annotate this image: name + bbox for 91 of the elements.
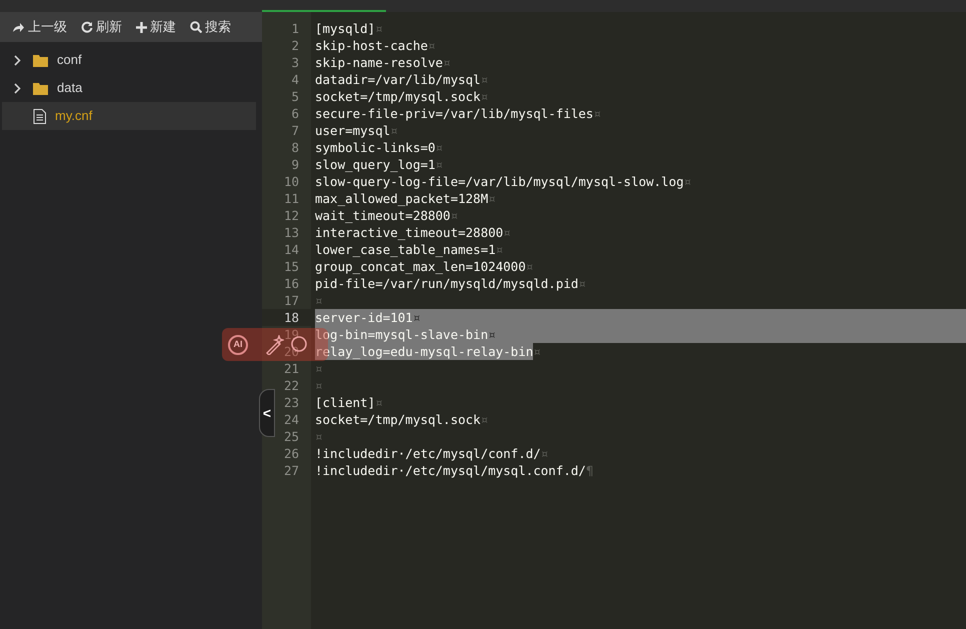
end-of-line-marker: ¤ [503,224,511,241]
end-of-line-marker: ¤ [488,190,496,207]
line-number: 6 [291,105,299,122]
line-number: 2 [291,37,299,54]
code-line: !includedir·/etc/mysql/conf.d/ [315,445,541,462]
line-number: 1 [291,20,299,37]
code-line: [client] [315,394,376,411]
end-of-line-marker: ¤ [540,445,548,462]
end-of-line-marker: ¤ [315,292,323,309]
line-number: 17 [284,292,299,309]
code-line: user=mysql [315,122,390,139]
end-of-line-marker: ¤ [578,275,586,292]
code-line: !includedir·/etc/mysql/mysql.conf.d/ [315,462,586,479]
end-of-line-marker: ¤ [375,20,383,37]
line-number: 25 [284,428,299,445]
tree-item[interactable]: my.cnf [2,102,256,130]
line-number: 18 [284,309,299,326]
end-of-line-marker: ¤ [375,394,383,411]
end-of-line-marker: ¤ [315,428,323,445]
code-line: skip-host-cache [315,37,428,54]
line-number: 24 [284,411,299,428]
forward-arrow-icon [12,22,25,32]
end-of-line-marker: ¤ [412,309,420,326]
line-number: 11 [284,190,299,207]
end-of-line-marker: ¤ [315,377,323,394]
end-of-line-marker: ¤ [315,360,323,377]
code-line: datadir=/var/lib/mysql [315,71,481,88]
refresh-icon [81,21,93,33]
toolbar-button[interactable]: 上一级 [12,17,67,37]
code-line: interactive_timeout=28800 [315,224,504,241]
line-number: 27 [284,462,299,479]
code-line: slow-query-log-file=/var/lib/mysql/mysql-slow.log [315,173,684,190]
end-of-line-marker: ¤ [526,258,534,275]
line-number: 5 [291,88,299,105]
code-line: wait_timeout=28800 [315,207,450,224]
magic-wand-icon[interactable] [264,334,284,354]
end-of-line-marker: ¤ [496,241,504,258]
line-number: 7 [291,122,299,139]
line-number: 4 [291,71,299,88]
code-line: secure-file-priv=/var/lib/mysql-files [315,105,594,122]
line-number: 16 [284,275,299,292]
end-of-line-marker: ¶ [586,462,594,479]
code-line: [mysqld] [315,20,376,37]
end-of-line-marker: ¤ [533,343,541,360]
toolbar-button[interactable]: 新建 [136,17,176,37]
line-number: 9 [291,156,299,173]
line-number: 23 [284,394,299,411]
end-of-line-marker: ¤ [480,411,488,428]
code-line: pid-file=/var/run/mysqld/mysqld.pid [315,275,578,292]
end-of-line-marker: ¤ [428,37,436,54]
end-of-line-marker: ¤ [684,173,692,190]
code-line: group_concat_max_len=1024000 [315,258,526,275]
tree-item[interactable]: data [2,74,256,102]
end-of-line-marker: ¤ [593,105,601,122]
line-number: 3 [291,54,299,71]
code-line: skip-name-resolve [315,54,443,71]
code-line: socket=/tmp/mysql.sock [315,411,481,428]
line-number: 8 [291,139,299,156]
code-line: lower_case_table_names=1 [315,241,496,258]
end-of-line-marker: ¤ [390,122,398,139]
line-number: 21 [284,360,299,377]
code-line: slow_query_log=1 [315,156,436,173]
chevron-right-icon [14,82,21,94]
line-number: 26 [284,445,299,462]
line-number: 10 [284,173,299,190]
plus-icon [136,22,147,32]
line-number: 14 [284,241,299,258]
toolbar-button[interactable]: 搜索 [190,17,231,37]
code-line: symbolic-links=0 [315,139,436,156]
folder-icon [33,54,48,66]
tree-item[interactable]: conf [2,46,256,74]
line-number: 15 [284,258,299,275]
chevron-right-icon [14,54,21,66]
end-of-line-marker: ¤ [435,139,443,156]
end-of-line-marker: ¤ [480,71,488,88]
toolbar-button[interactable]: 刷新 [81,17,122,37]
end-of-line-marker: ¤ [442,54,450,71]
line-number: 22 [284,377,299,394]
end-of-line-marker: ¤ [480,88,488,105]
collapse-handle[interactable]: < [259,389,275,437]
folder-icon [33,82,48,94]
line-number: 12 [284,207,299,224]
code-line: socket=/tmp/mysql.sock [315,88,481,105]
end-of-line-marker: ¤ [435,156,443,173]
document-icon [33,108,46,124]
line-number: 13 [284,224,299,241]
end-of-line-marker: ¤ [450,207,458,224]
ai-badge[interactable]: AI [228,334,248,354]
end-of-line-marker: ¤ [488,326,496,343]
code-line: max_allowed_packet=128M [315,190,488,207]
search-icon [190,21,202,33]
